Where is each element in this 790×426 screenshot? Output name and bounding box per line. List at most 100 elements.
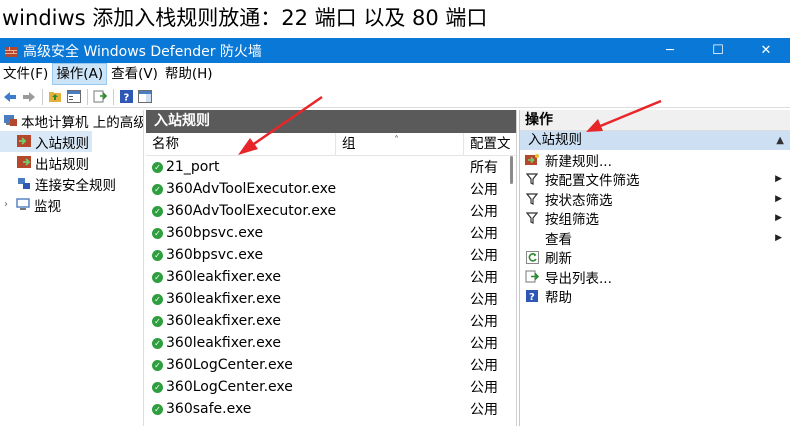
column-profile[interactable]: 配置文 (464, 133, 514, 155)
action-filter-by-group[interactable]: 按组筛选 ▶ (520, 209, 790, 229)
window-titlebar: 高级安全 Windows Defender 防火墙 ─ ☐ ✕ (0, 38, 790, 63)
rule-name-cell: ✓ 360bpsvc.exe (146, 225, 336, 241)
expand-chevron-icon[interactable]: › (4, 199, 16, 210)
rule-row[interactable]: ✓ 360LogCenter.exe 公用 (146, 376, 516, 398)
rule-row[interactable]: ✓ 360LogCenter.exe 公用 (146, 354, 516, 376)
rule-name-cell: ✓ 360safe.exe (146, 401, 336, 417)
rule-name-cell: ✓ 360AdvToolExecutor.exe (146, 181, 336, 197)
tree-item-connection-security[interactable]: 连接安全规则 (0, 173, 143, 194)
back-icon[interactable] (2, 89, 18, 105)
rule-name: 360bpsvc.exe (166, 247, 264, 263)
monitor-icon (16, 198, 30, 211)
action-help[interactable]: ? 帮助 (520, 287, 790, 307)
action-refresh[interactable]: 刷新 (520, 248, 790, 268)
collapse-triangle-icon[interactable]: ▲ (776, 131, 784, 150)
action-label: 查看 (545, 231, 572, 248)
rule-row[interactable]: ✓ 360AdvToolExecutor.exe 公用 (146, 200, 516, 222)
rule-profile: 公用 (470, 270, 498, 286)
rule-name-cell: ✓ 360leakfixer.exe (146, 313, 336, 329)
maximize-button[interactable]: ☐ (694, 38, 742, 63)
tree-item-label: 入站规则 (35, 135, 89, 152)
svg-text:?: ? (123, 93, 129, 104)
action-view[interactable]: 查看 ▶ (520, 228, 790, 248)
rule-row[interactable]: ✓ 360bpsvc.exe 公用 (146, 244, 516, 266)
menu-view[interactable]: 查看(V) (108, 63, 161, 85)
vertical-scrollbar[interactable] (509, 156, 515, 426)
submenu-arrow-icon: ▶ (775, 193, 782, 204)
minimize-button[interactable]: ─ (646, 38, 694, 63)
rule-enabled-icon: ✓ (152, 381, 163, 393)
show-tree-icon[interactable] (66, 89, 82, 105)
close-button[interactable]: ✕ (742, 38, 790, 63)
tree-item-label: 监视 (34, 198, 61, 215)
rule-row[interactable]: ✓ 360leakfixer.exe 公用 (146, 266, 516, 288)
column-name[interactable]: 名称 (146, 133, 336, 155)
rule-row[interactable]: ✓ 360leakfixer.exe 公用 (146, 288, 516, 310)
action-export-list[interactable]: 导出列表... (520, 267, 790, 287)
rule-profile: 公用 (470, 336, 498, 352)
rule-name: 360leakfixer.exe (166, 313, 281, 329)
rule-name-cell: ✓ 360leakfixer.exe (146, 335, 336, 351)
forward-icon[interactable] (21, 89, 37, 105)
scrollbar-thumb[interactable] (510, 156, 513, 184)
rule-name: 360bpsvc.exe (166, 225, 264, 241)
rule-row[interactable]: ✓ 360leakfixer.exe 公用 (146, 332, 516, 354)
rule-name: 360AdvToolExecutor.exe (166, 203, 337, 219)
up-folder-icon[interactable] (47, 89, 63, 105)
action-filter-by-profile[interactable]: 按配置文件筛选 ▶ (520, 170, 790, 190)
action-label: 按组筛选 (545, 212, 599, 229)
tree-root[interactable]: 本地计算机 上的高级 (0, 110, 143, 131)
menu-help[interactable]: 帮助(H) (162, 63, 216, 85)
tree-item-label: 连接安全规则 (35, 177, 116, 194)
rule-row[interactable]: ✓ 360leakfixer.exe 公用 (146, 310, 516, 332)
toolbar-separator (42, 88, 43, 105)
tree-item-inbound-rules[interactable]: 入站规则 (0, 131, 92, 152)
menu-file[interactable]: 文件(F) (0, 63, 51, 85)
rule-name: 360leakfixer.exe (166, 269, 281, 285)
show-action-pane-icon[interactable] (137, 89, 153, 105)
rule-name: 21_port (166, 159, 220, 175)
menu-action[interactable]: 操作(A) (52, 63, 108, 85)
view-icon-placeholder (525, 231, 539, 245)
rule-profile: 公用 (470, 380, 498, 396)
action-label: 按配置文件筛选 (545, 173, 640, 190)
window-title: 高级安全 Windows Defender 防火墙 (23, 43, 262, 60)
rule-name-cell: ✓ 360LogCenter.exe (146, 357, 336, 373)
rule-name: 360leakfixer.exe (166, 335, 281, 351)
rule-profile: 公用 (470, 314, 498, 330)
rule-name-cell: ✓ 360leakfixer.exe (146, 269, 336, 285)
rule-enabled-icon: ✓ (152, 183, 163, 195)
action-label: 刷新 (545, 251, 572, 268)
tree-item-outbound-rules[interactable]: 出站规则 (0, 152, 143, 173)
menu-bar: 文件(F) 操作(A) 查看(V) 帮助(H) (0, 63, 790, 85)
inbound-rules-icon (17, 135, 31, 148)
rule-row[interactable]: ✓ 360bpsvc.exe 公用 (146, 222, 516, 244)
toolbar: ? (0, 86, 790, 108)
rule-row[interactable]: ✓ 360AdvToolExecutor.exe 公用 (146, 178, 516, 200)
actions-section-label: 入站规则 (528, 132, 582, 148)
rule-row[interactable]: ✓ 360safe.exe 公用 (146, 398, 516, 420)
action-label: 按状态筛选 (545, 192, 613, 209)
filter-icon (525, 192, 539, 206)
rule-enabled-icon: ✓ (152, 271, 163, 283)
action-new-rule[interactable]: 新建规则... (520, 150, 790, 170)
computer-firewall-icon (3, 114, 17, 127)
rule-enabled-icon: ✓ (152, 293, 163, 305)
export-list-icon[interactable] (92, 89, 108, 105)
rule-row[interactable]: ✓ 21_port 所有 (146, 156, 516, 178)
help-icon[interactable]: ? (118, 89, 134, 105)
tree-item-monitor[interactable]: › 监视 (0, 194, 143, 215)
action-label: 帮助 (545, 290, 572, 307)
rule-name: 360LogCenter.exe (166, 357, 293, 373)
rule-profile: 公用 (470, 292, 498, 308)
action-filter-by-state[interactable]: 按状态筛选 ▶ (520, 189, 790, 209)
rule-enabled-icon: ✓ (152, 403, 163, 415)
navigation-tree: 本地计算机 上的高级 入站规则 出站规则 连接安全规则 › 监视 (0, 110, 144, 426)
connection-security-icon (17, 177, 31, 190)
rule-enabled-icon: ✓ (152, 359, 163, 371)
rules-pane-title: 入站规则 (146, 110, 516, 133)
submenu-arrow-icon: ▶ (775, 213, 782, 224)
actions-section-inbound[interactable]: 入站规则 ▲ (520, 131, 790, 150)
column-group[interactable]: 组 ˄ (336, 133, 464, 155)
rule-profile: 公用 (470, 248, 498, 264)
